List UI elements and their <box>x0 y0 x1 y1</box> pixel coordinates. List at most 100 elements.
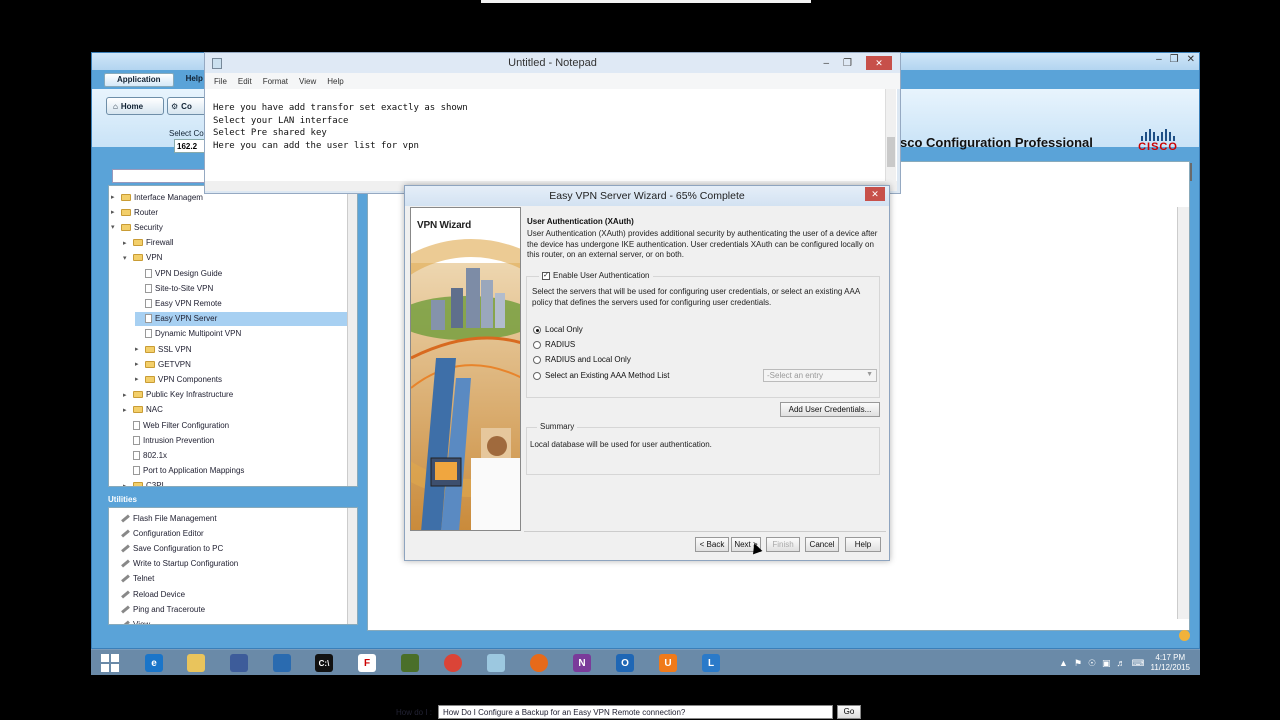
utility-item[interactable]: Reload Device <box>121 587 185 601</box>
expand-arrow-icon[interactable]: ▸ <box>111 208 118 216</box>
minimize-icon[interactable]: – <box>823 58 829 69</box>
tree-item[interactable]: Site-to-Site VPN <box>135 281 213 295</box>
tree-item[interactable]: Easy VPN Server <box>135 311 347 326</box>
menu-format[interactable]: Format <box>263 77 288 86</box>
app-icon[interactable]: U <box>651 651 685 675</box>
add-user-credentials-button[interactable]: Add User Credentials... <box>780 402 880 417</box>
tree-item[interactable]: Easy VPN Remote <box>135 296 222 310</box>
notepad-vertical-scrollbar[interactable] <box>885 89 896 183</box>
onenote-icon[interactable]: N <box>565 651 599 675</box>
chevron-up-icon[interactable]: ▲ <box>1059 658 1068 668</box>
finish-button[interactable]: Finish <box>766 537 800 552</box>
expand-arrow-icon[interactable]: ▾ <box>123 254 130 262</box>
tree-item[interactable]: ▸ C3PL <box>123 479 166 486</box>
go-button[interactable]: Go <box>837 705 861 719</box>
start-button-icon[interactable] <box>101 654 119 672</box>
tree-item[interactable]: ▸ Router <box>111 205 158 219</box>
shield-icon[interactable]: ☉ <box>1088 658 1096 669</box>
utilities-scrollbar[interactable] <box>347 508 357 624</box>
utility-item[interactable]: Ping and Traceroute <box>121 602 205 616</box>
utility-item[interactable]: Configuration Editor <box>121 526 204 540</box>
utility-item[interactable]: Write to Startup Configuration <box>121 557 238 571</box>
enable-user-auth-checkbox[interactable]: ✓ Enable User Authentication <box>539 271 653 280</box>
clock[interactable]: 4:17 PM 11/12/2015 <box>1151 653 1190 673</box>
tree-item[interactable]: ▾ VPN <box>123 251 162 265</box>
wireshark-icon[interactable] <box>265 651 299 675</box>
app-icon[interactable] <box>479 651 513 675</box>
tree-item[interactable]: ▸ Interface Managem <box>111 190 203 204</box>
tree-scrollbar[interactable] <box>347 186 357 486</box>
speaker-icon[interactable]: ♬ <box>1117 658 1126 668</box>
expand-arrow-icon[interactable]: ▸ <box>123 239 130 247</box>
notepad-text-area[interactable]: Here you have add transfor set exactly a… <box>205 89 897 183</box>
radio-existing-aaa[interactable]: Select an Existing AAA Method List <box>533 371 670 380</box>
network-icon[interactable] <box>222 651 256 675</box>
tree-item[interactable]: 802.1x <box>123 448 167 462</box>
home-button[interactable]: ⌂ Home <box>106 97 164 115</box>
firefox-icon[interactable] <box>522 651 556 675</box>
chrome-icon[interactable] <box>436 651 470 675</box>
expand-arrow-icon[interactable]: ▸ <box>123 482 130 486</box>
expand-arrow-icon[interactable]: ▸ <box>123 391 130 399</box>
menu-edit[interactable]: Edit <box>238 77 252 86</box>
file-explorer-icon[interactable] <box>179 651 213 675</box>
expand-arrow-icon[interactable]: ▸ <box>111 193 118 201</box>
network-connections-icon[interactable] <box>393 651 427 675</box>
tree-item[interactable]: ▸ VPN Components <box>135 372 222 386</box>
radio-radius-and-local[interactable]: RADIUS and Local Only <box>533 355 631 364</box>
expand-arrow-icon[interactable]: ▾ <box>111 223 118 231</box>
tree-item[interactable]: Intrusion Prevention <box>123 433 214 447</box>
tree-item-label: Port to Application Mappings <box>143 466 245 476</box>
keyboard-icon[interactable]: ⌨ <box>1132 658 1145 669</box>
utility-item[interactable]: Telnet <box>121 572 154 586</box>
tree-item[interactable]: Dynamic Multipoint VPN <box>135 327 241 341</box>
tree-item[interactable]: ▸ SSL VPN <box>135 342 192 356</box>
radio-label: Local Only <box>545 325 583 334</box>
how-do-i-select[interactable]: How Do I Configure a Backup for an Easy … <box>438 705 833 719</box>
utility-item[interactable]: Save Configuration to PC <box>121 541 223 555</box>
close-icon[interactable]: ✕ <box>866 56 892 70</box>
maximize-icon[interactable]: ❐ <box>1170 54 1179 65</box>
minimize-icon[interactable]: – <box>1156 54 1162 65</box>
radio-radius[interactable]: RADIUS <box>533 340 575 349</box>
notepad-icon <box>212 58 222 69</box>
ie-icon[interactable]: e <box>137 651 171 675</box>
device-select[interactable]: 162.2 <box>174 139 206 153</box>
tree-item[interactable]: ▸ Firewall <box>123 236 174 250</box>
app-icon[interactable]: F <box>350 651 384 675</box>
tree-item[interactable]: ▸ Public Key Infrastructure <box>123 388 233 402</box>
close-icon[interactable]: ✕ <box>1187 54 1195 65</box>
content-scrollbar[interactable] <box>1177 207 1189 619</box>
maximize-icon[interactable]: ❐ <box>843 58 852 69</box>
tree-item[interactable]: ▾ Security <box>111 220 163 234</box>
expand-arrow-icon[interactable]: ▸ <box>135 375 142 383</box>
radio-local-only[interactable]: Local Only <box>533 325 583 334</box>
tree-item[interactable]: Web Filter Configuration <box>123 418 229 432</box>
menu-application[interactable]: Application <box>104 73 174 87</box>
configure-button[interactable]: ⚙ Co <box>167 97 207 115</box>
command-prompt-icon[interactable]: C:\ <box>307 651 341 675</box>
expand-arrow-icon[interactable]: ▸ <box>135 345 142 353</box>
flag-icon[interactable]: ⚑ <box>1074 658 1082 669</box>
expand-arrow-icon[interactable]: ▸ <box>123 406 130 414</box>
back-button[interactable]: < Back <box>695 537 729 552</box>
menu-help[interactable]: Help <box>327 77 343 86</box>
utility-item[interactable]: View <box>121 617 150 624</box>
lync-icon[interactable]: L <box>694 651 728 675</box>
close-icon[interactable]: ✕ <box>865 187 885 201</box>
menu-view[interactable]: View <box>299 77 316 86</box>
tree-item[interactable]: ▸ NAC <box>123 403 163 417</box>
top-edge-bar <box>481 0 811 3</box>
network-tray-icon[interactable]: ▣ <box>1102 658 1111 669</box>
expand-arrow-icon[interactable]: ▸ <box>135 360 142 368</box>
help-button[interactable]: Help <box>845 537 881 552</box>
utility-item[interactable]: Flash File Management <box>121 511 217 525</box>
tree-item[interactable]: VPN Design Guide <box>135 266 222 280</box>
tree-item[interactable]: ▸ GETVPN <box>135 357 191 371</box>
cancel-button[interactable]: Cancel <box>805 537 839 552</box>
menu-file[interactable]: File <box>214 77 227 86</box>
tree-item[interactable]: Port to Application Mappings <box>123 464 244 478</box>
scroll-thumb[interactable] <box>887 137 895 167</box>
aaa-method-select[interactable]: -Select an entry ▼ <box>763 369 877 382</box>
outlook-icon[interactable]: O <box>608 651 642 675</box>
